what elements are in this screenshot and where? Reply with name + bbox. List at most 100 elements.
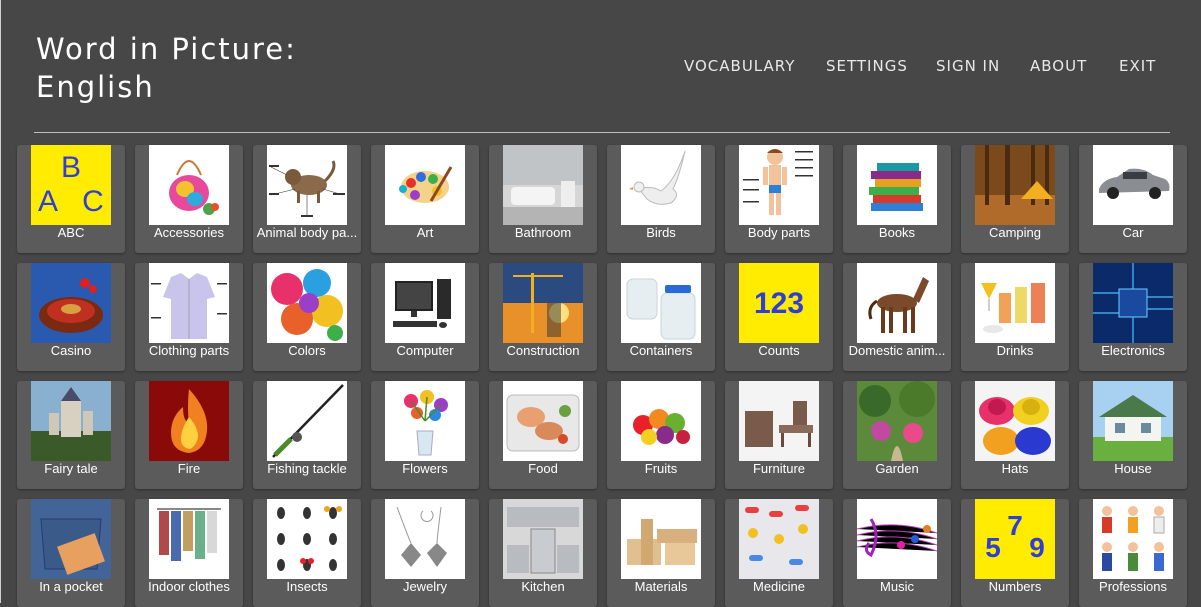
wood-blocks-icon: [621, 499, 701, 579]
fire-icon: [149, 381, 229, 461]
category-label: Numbers: [988, 579, 1042, 594]
paint-splash-icon: [267, 263, 347, 343]
category-tile-37[interactable]: Medicine: [725, 499, 833, 607]
category-tile-36[interactable]: Materials: [607, 499, 715, 607]
category-label: Kitchen: [521, 579, 565, 594]
category-label: Containers: [629, 343, 693, 358]
category-tile-20[interactable]: Electronics: [1079, 263, 1187, 371]
bag-icon: [149, 145, 229, 225]
category-tile-34[interactable]: Jewelry: [371, 499, 479, 607]
kitchen-icon: [503, 499, 583, 579]
abc-letters-icon: BAC: [31, 145, 111, 225]
nav-about[interactable]: ABOUT: [1030, 57, 1087, 75]
category-label: In a pocket: [39, 579, 103, 594]
category-label: Counts: [758, 343, 800, 358]
category-tile-28[interactable]: Garden: [843, 381, 951, 489]
category-tile-16[interactable]: Containers: [607, 263, 715, 371]
category-tile-1[interactable]: B A C ABC: [17, 145, 125, 253]
insects-icon: [267, 499, 347, 579]
category-tile-7[interactable]: Body parts: [725, 145, 833, 253]
category-tile-35[interactable]: Kitchen: [489, 499, 597, 607]
svg-text:5: 5: [985, 532, 1001, 563]
category-label: Computer: [396, 343, 454, 358]
car-icon: [1093, 145, 1173, 225]
crane-icon: [503, 263, 583, 343]
category-label: Materials: [634, 579, 688, 594]
category-tile-31[interactable]: In a pocket: [17, 499, 125, 607]
svg-text:7: 7: [1007, 510, 1023, 541]
category-tile-21[interactable]: Fairy tale: [17, 381, 125, 489]
category-tile-38[interactable]: Music: [843, 499, 951, 607]
drinks-icon: [975, 263, 1055, 343]
category-label: Fishing tackle: [267, 461, 347, 476]
category-label: Insects: [286, 579, 328, 594]
pills-icon: [739, 499, 819, 579]
category-tile-3[interactable]: Animal body pa...: [253, 145, 361, 253]
fruits-icon: [621, 381, 701, 461]
category-label: Professions: [1099, 579, 1167, 594]
category-tile-15[interactable]: Construction: [489, 263, 597, 371]
category-tile-14[interactable]: Computer: [371, 263, 479, 371]
horse-icon: [857, 263, 937, 343]
category-tile-19[interactable]: Drinks: [961, 263, 1069, 371]
category-tile-33[interactable]: Insects: [253, 499, 361, 607]
category-label: ABC: [57, 225, 85, 240]
fishing-rod-icon: [267, 381, 347, 461]
category-label: Art: [416, 225, 434, 240]
category-tile-5[interactable]: Bathroom: [489, 145, 597, 253]
category-tile-6[interactable]: Birds: [607, 145, 715, 253]
svg-text:123: 123: [754, 287, 804, 320]
category-label: Books: [878, 225, 916, 240]
flowers-icon: [385, 381, 465, 461]
category-label: Furniture: [752, 461, 806, 476]
category-label: Clothing parts: [148, 343, 230, 358]
furniture-icon: [739, 381, 819, 461]
category-tile-23[interactable]: Fishing tackle: [253, 381, 361, 489]
category-tile-4[interactable]: Art: [371, 145, 479, 253]
nav-vocabulary[interactable]: VOCABULARY: [684, 57, 795, 75]
top-nav: VOCABULARY SETTINGS SIGN IN ABOUT EXIT: [1, 57, 1201, 79]
category-tile-27[interactable]: Furniture: [725, 381, 833, 489]
category-label: Camping: [988, 225, 1042, 240]
category-label: Casino: [50, 343, 92, 358]
category-label: Fairy tale: [44, 461, 98, 476]
category-tile-18[interactable]: Domestic anim...: [843, 263, 951, 371]
computer-icon: [385, 263, 465, 343]
category-label: Indoor clothes: [148, 579, 230, 594]
svg-text:B: B: [61, 151, 81, 184]
category-tile-10[interactable]: Car: [1079, 145, 1187, 253]
category-tile-40[interactable]: Professions: [1079, 499, 1187, 607]
category-tile-11[interactable]: Casino: [17, 263, 125, 371]
category-tile-25[interactable]: Food: [489, 381, 597, 489]
jars-icon: [621, 263, 701, 343]
category-tile-39[interactable]: 5 7 9 Numbers: [961, 499, 1069, 607]
svg-text:A: A: [38, 185, 58, 218]
nav-exit[interactable]: EXIT: [1119, 57, 1156, 75]
dove-icon: [621, 145, 701, 225]
category-tile-8[interactable]: Books: [843, 145, 951, 253]
category-tile-24[interactable]: Flowers: [371, 381, 479, 489]
roulette-icon: [31, 263, 111, 343]
numbers-579-icon: 579: [975, 499, 1055, 579]
boy-diagram-icon: [739, 145, 819, 225]
jewelry-icon: [385, 499, 465, 579]
category-tile-17[interactable]: 123 Counts: [725, 263, 833, 371]
category-label: Birds: [646, 225, 676, 240]
professions-icon: [1093, 499, 1173, 579]
app-window: Word in Picture: English VOCABULARY SETT…: [0, 0, 1201, 607]
category-tile-26[interactable]: Fruits: [607, 381, 715, 489]
books-icon: [857, 145, 937, 225]
category-tile-12[interactable]: Clothing parts: [135, 263, 243, 371]
category-tile-30[interactable]: House: [1079, 381, 1187, 489]
category-label: Accessories: [153, 225, 225, 240]
category-tile-13[interactable]: Colors: [253, 263, 361, 371]
category-tile-29[interactable]: Hats: [961, 381, 1069, 489]
category-tile-9[interactable]: Camping: [961, 145, 1069, 253]
category-label: Bathroom: [514, 225, 572, 240]
category-tile-2[interactable]: Accessories: [135, 145, 243, 253]
nav-sign-in[interactable]: SIGN IN: [936, 57, 1000, 75]
nav-settings[interactable]: SETTINGS: [826, 57, 908, 75]
category-tile-32[interactable]: Indoor clothes: [135, 499, 243, 607]
header-divider: [34, 132, 1170, 133]
category-tile-22[interactable]: Fire: [135, 381, 243, 489]
